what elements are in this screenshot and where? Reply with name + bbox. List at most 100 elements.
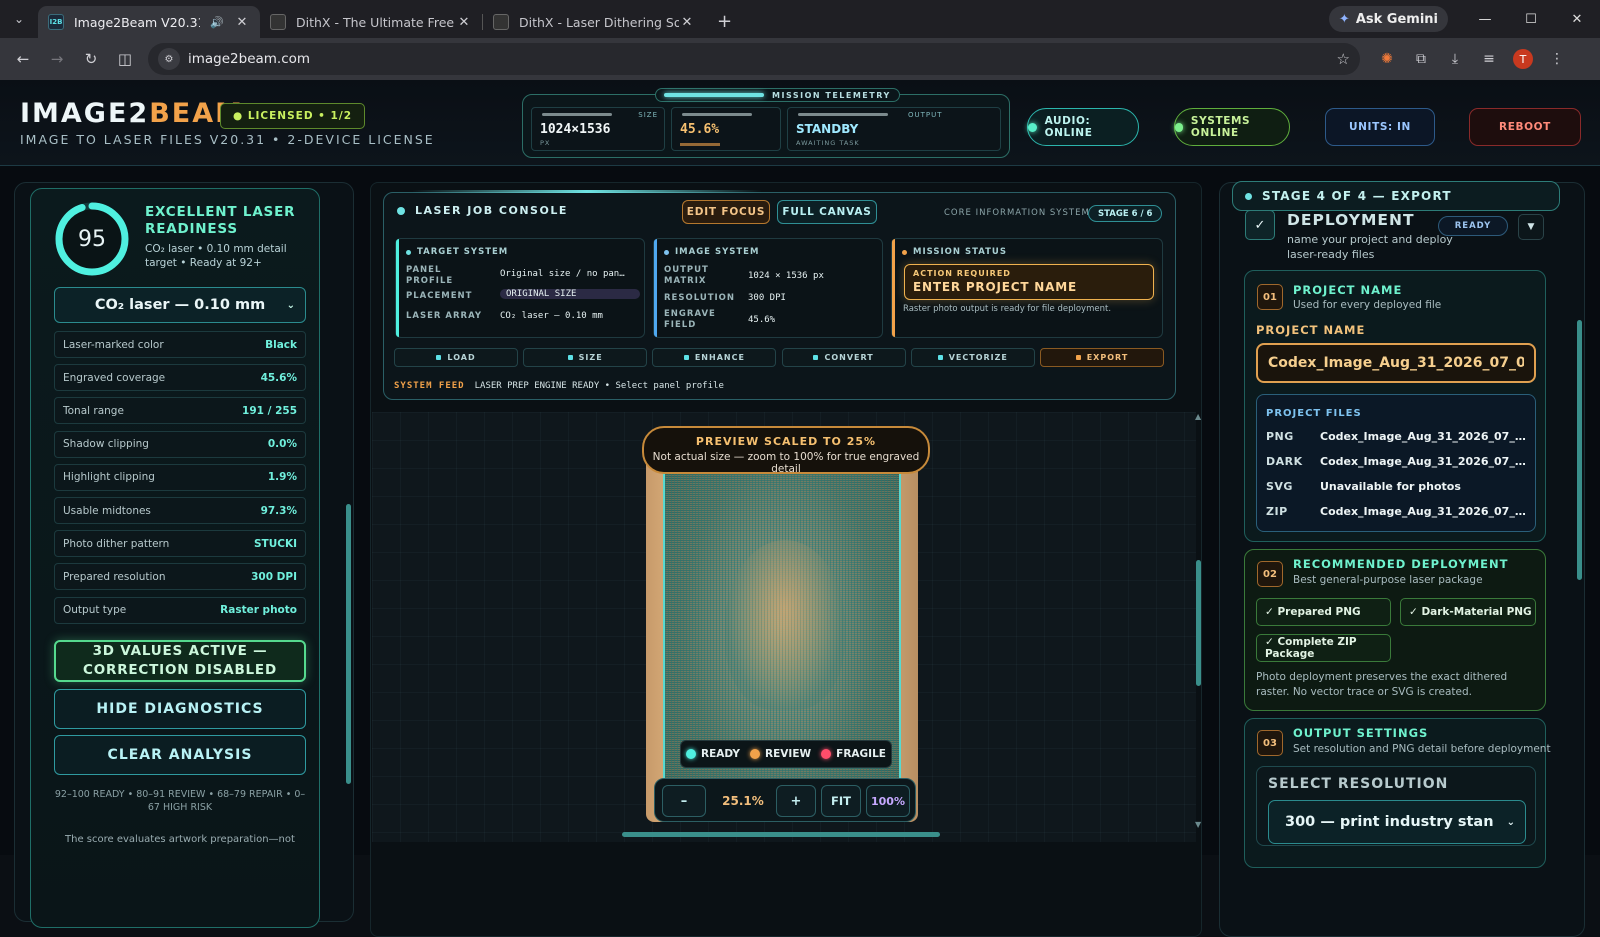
- site-info-icon[interactable]: ⚙: [158, 48, 180, 70]
- left-panel-scrollbar[interactable]: [346, 504, 351, 784]
- step-label: CONVERT: [824, 353, 874, 362]
- resolution-select[interactable]: 300 — print industry stan ⌄: [1268, 800, 1526, 844]
- recommended-deployment-title: RECOMMENDED DEPLOYMENT: [1293, 557, 1509, 571]
- step-size-button[interactable]: SIZE: [523, 348, 648, 367]
- target-system-title-text: TARGET SYSTEM: [417, 247, 509, 257]
- right-panel-scrollbar[interactable]: [1577, 320, 1582, 580]
- diagnostic-row: Usable midtones 97.3%: [54, 497, 306, 524]
- telemetry-output-label: OUTPUT: [908, 111, 943, 119]
- ask-gemini-button[interactable]: ✦ Ask Gemini: [1328, 6, 1448, 32]
- url-text[interactable]: image2beam.com: [188, 51, 1337, 67]
- project-file-row: PNG Codex_Image_Aug_31_2026_07_07_5…: [1266, 430, 1528, 443]
- bookmark-star-icon[interactable]: ☆: [1337, 50, 1350, 68]
- full-canvas-button[interactable]: FULL CANVAS: [777, 200, 877, 224]
- telemetry-coverage-cell: 45.6%: [671, 107, 781, 151]
- telemetry-size-value: 1024×1536: [540, 122, 611, 137]
- file-type: DARK: [1266, 455, 1303, 468]
- zoom-in-button[interactable]: +: [776, 785, 816, 817]
- canvas-vertical-scrollbar[interactable]: [1196, 560, 1201, 686]
- app-tagline: IMAGE TO LASER FILES V20.31 • 2-DEVICE L…: [20, 132, 435, 147]
- window-controls: — ☐ ✕: [1462, 0, 1600, 38]
- scroll-up-arrow-icon[interactable]: ▲: [1195, 412, 1201, 421]
- system-feed: SYSTEM FEED LASER PREP ENGINE READY • Sel…: [394, 381, 724, 391]
- deployment-note: Photo deployment preserves the exact dit…: [1256, 671, 1508, 698]
- deployment-check-icon: ✓: [1245, 210, 1275, 240]
- laser-profile-select[interactable]: CO₂ laser — 0.10 mm ⌄: [54, 287, 306, 323]
- diagnostic-row: Prepared resolution 300 DPI: [54, 563, 306, 591]
- review-dot-icon: [750, 749, 761, 759]
- deployment-collapse-chevron-icon[interactable]: ▼: [1518, 214, 1544, 240]
- complete-zip-chip[interactable]: ✓ Complete ZIP Package: [1256, 634, 1391, 662]
- reading-list-icon[interactable]: ≡: [1472, 51, 1506, 67]
- mission-status-title: MISSION STATUS: [902, 247, 1007, 257]
- project-name-input[interactable]: [1256, 343, 1536, 383]
- canvas-horizontal-scrollbar[interactable]: [622, 832, 940, 837]
- step-load-button[interactable]: LOAD: [394, 348, 518, 367]
- telemetry-size-cell: SIZE 1024×1536 PX: [531, 107, 665, 151]
- console-status-dot-icon: [397, 206, 405, 215]
- extensions-puzzle-icon[interactable]: ⧉: [1404, 51, 1438, 67]
- diagnostic-label: Prepared resolution: [63, 570, 166, 583]
- tab-close-icon[interactable]: ✕: [679, 15, 695, 30]
- step-convert-button[interactable]: CONVERT: [781, 348, 906, 367]
- file-name: Codex_Image_Aug_31_2026_07_07_5…: [1320, 430, 1528, 443]
- maximize-icon[interactable]: ☐: [1508, 0, 1554, 38]
- resolution-label: RESOLUTION: [664, 293, 736, 303]
- prepared-png-chip[interactable]: ✓ Prepared PNG: [1256, 598, 1391, 626]
- reboot-button[interactable]: REBOOT: [1469, 108, 1581, 146]
- engrave-field-row: ENGRAVE FIELD 45.6%: [664, 309, 876, 333]
- status-dot-icon: [664, 249, 669, 255]
- systems-status-dot-icon: [1175, 122, 1183, 132]
- console-title: LASER JOB CONSOLE: [397, 204, 568, 217]
- new-tab-plus-icon[interactable]: +: [717, 11, 732, 32]
- project-name-title: PROJECT NAME: [1293, 283, 1403, 297]
- back-arrow-icon[interactable]: ←: [6, 50, 40, 68]
- diagnostic-row: Output type Raster photo: [54, 596, 306, 624]
- zoom-out-button[interactable]: –: [662, 785, 706, 817]
- tab-search-chevron-icon[interactable]: ⌄: [6, 6, 32, 32]
- tab-close-icon[interactable]: ✕: [234, 15, 250, 30]
- action-required-alert[interactable]: ACTION REQUIRED ENTER PROJECT NAME: [904, 264, 1154, 300]
- placement-value[interactable]: ORIGINAL SIZE: [500, 289, 640, 299]
- clear-analysis-button[interactable]: CLEAR ANALYSIS: [54, 735, 306, 775]
- tab-image2beam[interactable]: I2B Image2Beam V20.31 🔊 ✕: [38, 6, 260, 38]
- profile-avatar[interactable]: T: [1513, 49, 1533, 69]
- address-bar[interactable]: ⚙ image2beam.com ☆: [148, 43, 1360, 75]
- units-toggle-button[interactable]: UNITS: IN: [1325, 108, 1435, 146]
- close-window-icon[interactable]: ✕: [1554, 0, 1600, 38]
- extension-sparkle-icon[interactable]: ✺: [1370, 51, 1404, 67]
- 3d-values-toggle-button[interactable]: 3D VALUES ACTIVE — CORRECTION DISABLED: [54, 640, 306, 682]
- menu-kebab-icon[interactable]: ⋮: [1540, 51, 1574, 67]
- console-title-text: LASER JOB CONSOLE: [415, 204, 568, 217]
- scroll-down-arrow-icon[interactable]: ▼: [1195, 820, 1201, 829]
- tab-title: DithX - The Ultimate Free Laser: [296, 14, 456, 30]
- tab-audio-icon[interactable]: 🔊: [210, 16, 224, 29]
- tab-dithx-2[interactable]: DithX - Laser Dithering Software ✕: [483, 6, 705, 38]
- reload-icon[interactable]: ↻: [74, 50, 108, 68]
- readiness-title: EXCELLENT LASER READINESS: [145, 204, 296, 237]
- forward-arrow-icon[interactable]: →: [40, 50, 74, 68]
- card-accent-bar: [892, 239, 895, 337]
- audio-toggle-button[interactable]: AUDIO: ONLINE: [1027, 108, 1139, 146]
- file-type: PNG: [1266, 430, 1294, 443]
- dithx-favicon-icon: [493, 14, 509, 30]
- tab-close-icon[interactable]: ✕: [456, 15, 472, 30]
- zoom-fit-button[interactable]: FIT: [821, 785, 861, 817]
- hide-diagnostics-button[interactable]: HIDE DIAGNOSTICS: [54, 689, 306, 729]
- step-vectorize-button[interactable]: VECTORIZE: [910, 348, 1035, 367]
- telemetry-output-cell: OUTPUT STANDBY AWAITING TASK: [787, 107, 1001, 151]
- tab-dithx-1[interactable]: DithX - The Ultimate Free Laser ✕: [260, 6, 482, 38]
- zoom-100-button[interactable]: 100%: [866, 785, 910, 817]
- minimize-icon[interactable]: —: [1462, 0, 1508, 38]
- resolution-value: 300 DPI: [748, 293, 786, 303]
- audio-label: AUDIO: ONLINE: [1044, 115, 1093, 139]
- download-icon[interactable]: ⤓: [1438, 51, 1472, 67]
- step-enhance-button[interactable]: ENHANCE: [652, 348, 777, 367]
- dark-material-png-chip[interactable]: ✓ Dark-Material PNG: [1400, 598, 1536, 626]
- project-name-sub: Used for every deployed file: [1293, 299, 1442, 311]
- split-view-icon[interactable]: ◫: [108, 50, 142, 68]
- step-export-button[interactable]: EXPORT: [1040, 348, 1164, 367]
- laser-array-value: CO₂ laser — 0.10 mm: [500, 311, 603, 321]
- step-01-badge: 01: [1257, 284, 1283, 310]
- edit-focus-button[interactable]: EDIT FOCUS: [682, 200, 770, 224]
